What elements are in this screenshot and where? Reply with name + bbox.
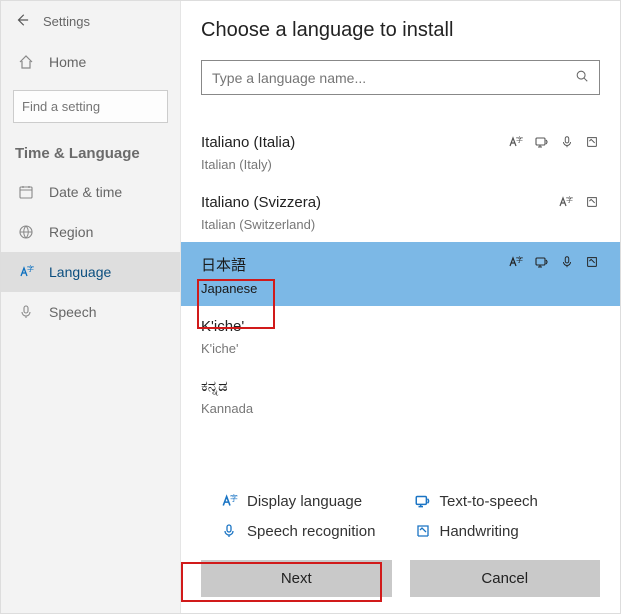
speech-recognition-icon (560, 134, 574, 153)
sidebar-item-label: Date & time (49, 184, 122, 200)
back-header[interactable]: Settings (1, 1, 180, 42)
language-row[interactable]: Italiano (Svizzera) Italian (Switzerland… (181, 182, 620, 242)
microphone-icon (15, 304, 37, 320)
language-row[interactable]: ಕನ್ನಡ Kannada (181, 366, 620, 426)
display-language-icon: 字 (221, 492, 247, 510)
text-to-speech-icon (414, 492, 440, 510)
language-native-name: ಕನ್ನಡ (201, 378, 600, 395)
cancel-button[interactable]: Cancel (410, 560, 601, 597)
legend-label: Handwriting (440, 523, 519, 540)
language-native-name: 日本語 (201, 254, 508, 275)
sidebar-item-label: Region (49, 224, 93, 240)
text-to-speech-icon (534, 134, 550, 153)
language-feature-icons: 字 (508, 254, 600, 273)
language-list: . Italiano (Italia) Italian (Italy) 字 It… (181, 103, 620, 478)
language-row[interactable]: Italiano (Italia) Italian (Italy) 字 (181, 122, 620, 182)
svg-text:字: 字 (566, 195, 573, 204)
handwriting-icon (584, 135, 600, 152)
home-icon (15, 54, 37, 70)
svg-text:字: 字 (516, 135, 523, 144)
language-english-name: Kannada (201, 401, 600, 416)
sidebar-home[interactable]: Home (1, 42, 180, 82)
handwriting-icon (414, 523, 440, 539)
legend-speech: Speech recognition (221, 522, 404, 540)
legend-label: Display language (247, 493, 362, 510)
back-arrow-icon (15, 13, 29, 30)
page-title: Choose a language to install (201, 19, 600, 42)
language-native-name: Italiano (Svizzera) (201, 194, 558, 211)
search-icon (575, 69, 589, 86)
language-native-name: Italiano (Italia) (201, 134, 508, 151)
speech-recognition-icon (560, 254, 574, 273)
language-english-name: K'iche' (201, 341, 600, 356)
globe-icon (15, 224, 37, 240)
language-english-name: Italian (Switzerland) (201, 217, 558, 232)
svg-text:字: 字 (27, 264, 34, 273)
sidebar-item-label: Speech (49, 304, 96, 320)
svg-text:字: 字 (516, 255, 523, 264)
language-feature-icons: 字 (508, 134, 600, 153)
language-icon: 字 (15, 264, 37, 280)
language-search[interactable] (201, 60, 600, 95)
display-language-icon: 字 (508, 254, 524, 273)
legend-tts: Text-to-speech (414, 492, 597, 510)
legend-label: Text-to-speech (440, 493, 538, 510)
sidebar-item-language[interactable]: 字 Language (1, 252, 180, 292)
sidebar-section-title: Time & Language (1, 135, 180, 172)
language-search-input[interactable] (212, 70, 575, 86)
sidebar-item-speech[interactable]: Speech (1, 292, 180, 332)
sidebar-item-label: Language (49, 264, 111, 280)
language-native-name: K'iche' (201, 318, 600, 335)
legend-handwriting: Handwriting (414, 522, 597, 540)
sidebar: Settings Home Time & Language Date & tim… (1, 1, 181, 613)
sidebar-item-datetime[interactable]: Date & time (1, 172, 180, 212)
legend-display: 字 Display language (221, 492, 404, 510)
language-row-truncated[interactable]: . (181, 103, 620, 122)
sidebar-search[interactable] (13, 90, 168, 123)
svg-text:字: 字 (230, 493, 238, 503)
feature-legend: 字 Display language Text-to-speech Speech… (201, 478, 600, 554)
language-row-selected[interactable]: 日本語 Japanese 字 (181, 242, 620, 306)
language-english-name: Japanese (201, 281, 508, 296)
home-label: Home (49, 54, 86, 70)
back-label: Settings (43, 14, 90, 29)
legend-label: Speech recognition (247, 523, 375, 540)
next-button[interactable]: Next (201, 560, 392, 597)
sidebar-item-region[interactable]: Region (1, 212, 180, 252)
text-to-speech-icon (534, 254, 550, 273)
language-feature-icons: 字 (558, 194, 600, 213)
language-row[interactable]: K'iche' K'iche' (181, 306, 620, 366)
main-panel: Choose a language to install . Italiano … (181, 1, 620, 613)
language-english-name: Italian (Italy) (201, 157, 508, 172)
display-language-icon: 字 (508, 134, 524, 153)
handwriting-icon (584, 255, 600, 272)
display-language-icon: 字 (558, 194, 574, 213)
dialog-footer: Next Cancel (201, 554, 600, 613)
sidebar-search-input[interactable] (13, 90, 168, 123)
handwriting-icon (584, 195, 600, 212)
speech-recognition-icon (221, 522, 247, 540)
calendar-clock-icon (15, 184, 37, 200)
